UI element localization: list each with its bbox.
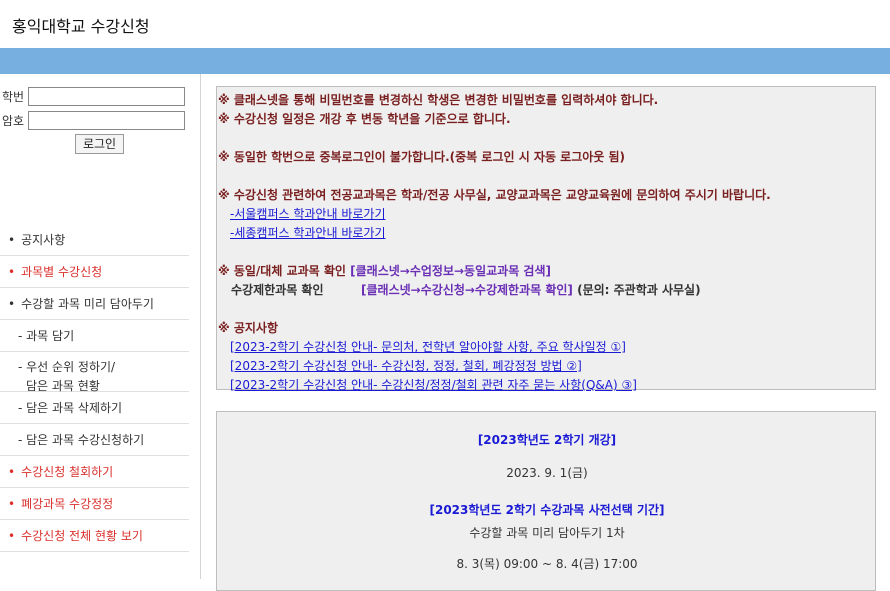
sidebar: 학번 암호 로그인 • 공지사항 • 과목별 수강신청 • 수강할 과목 미리 … [0, 74, 201, 579]
password-label: 암호 [2, 114, 25, 128]
login-button[interactable]: 로그인 [75, 134, 124, 154]
menu-item-full-status[interactable]: • 수강신청 전체 현황 보기 [0, 520, 189, 552]
schedule-period-time: 8. 3(목) 09:00 ~ 8. 4(금) 17:00 [456, 557, 638, 571]
student-id-label: 학번 [2, 90, 25, 104]
notice-restricted-course: 수강제한과목 확인 [클래스넷→수강신청→수강제한과목 확인] (문의: 주관학과… [231, 281, 701, 298]
menu-item-withdraw[interactable]: • 수강신청 철회하기 [0, 456, 189, 488]
menu-item-label: 수강신청 전체 현황 보기 [21, 529, 143, 543]
menu-item-label: 수강할 과목 미리 담아두기 [21, 297, 154, 311]
restricted-course-path: [클래스넷→수강신청→수강제한과목 확인] [361, 283, 573, 297]
link-sejong-campus[interactable]: -세종캠퍼스 학과안내 바로가기 [230, 224, 385, 241]
menu-item-delete-course[interactable]: - 담은 과목 삭제하기 [0, 392, 189, 424]
schedule-period-sub: 수강할 과목 미리 담아두기 1차 [469, 526, 625, 540]
menu-item-cancelled-course[interactable]: • 폐강과목 수강정정 [0, 488, 189, 520]
menu-item-prebasket[interactable]: • 수강할 과목 미리 담아두기 [0, 288, 189, 320]
notice-schedule: ※ 수강신청 일정은 개강 후 변동 학년을 기준으로 합니다. [218, 112, 511, 126]
menu-item-course-registration[interactable]: • 과목별 수강신청 [0, 256, 189, 288]
header-bar [0, 48, 890, 74]
equivalent-course-label: ※ 동일/대체 교과목 확인 [218, 264, 351, 278]
menu-bullet: • [8, 496, 16, 511]
menu-item-label: 과목별 수강신청 [21, 265, 103, 279]
menu-item-register-basket[interactable]: - 담은 과목 수강신청하기 [0, 424, 189, 456]
menu-bullet: • [8, 464, 16, 479]
student-id-row: 학번 [2, 87, 185, 106]
link-seoul-campus[interactable]: -서울캠퍼스 학과안내 바로가기 [230, 205, 385, 222]
announcement-link-3[interactable]: [2023-2학기 수강신청 안내- 수강신청/정정/철회 관련 자주 묻는 사… [230, 376, 637, 393]
schedule-panel: [2023학년도 2학기 개강] 2023. 9. 1(금) [2023학년도 … [216, 411, 876, 591]
announcement-link-1[interactable]: [2023-2학기 수강신청 안내- 문의처, 전학년 알아야할 사항, 주요 … [230, 338, 626, 355]
menu-bullet: • [8, 264, 16, 279]
password-row: 암호 [2, 111, 185, 130]
notice-duplicate-login: ※ 동일한 학번으로 중복로그인이 불가합니다.(중복 로그인 시 자동 로그아… [218, 150, 626, 164]
menu-bullet: • [8, 528, 16, 543]
menu-bullet: • [8, 296, 16, 311]
menu-item-label: - 담은 과목 삭제하기 [18, 401, 123, 415]
schedule-period-title: [2023학년도 2학기 수강과목 사전선택 기간] [429, 503, 665, 517]
menu-item-label: 수강신청 철회하기 [21, 465, 114, 479]
student-id-input[interactable] [28, 87, 185, 106]
menu-item-set-priority[interactable]: - 우선 순위 정하기/ 담은 과목 현황 [0, 352, 189, 393]
site-title: 홍익대학교 수강신청 [12, 17, 150, 36]
sidebar-menu: • 공지사항 • 과목별 수강신청 • 수강할 과목 미리 담아두기 - 과목 … [0, 224, 189, 552]
menu-item-label: - 우선 순위 정하기/ [18, 360, 116, 374]
schedule-title: [2023학년도 2학기 개강] [477, 433, 617, 447]
notice-inquiry: ※ 수강신청 관련하여 전공교과목은 학과/전공 사무실, 교양교과목은 교양교… [218, 188, 771, 202]
notice-password: ※ 클래스넷을 통해 비밀번호를 변경하신 학생은 변경한 비밀번호를 입력하셔… [218, 93, 659, 107]
menu-item-add-course[interactable]: - 과목 담기 [0, 320, 189, 352]
menu-item-label: - 담은 과목 수강신청하기 [18, 433, 145, 447]
menu-bullet: • [8, 232, 16, 247]
schedule-date: 2023. 9. 1(금) [506, 466, 588, 480]
password-input[interactable] [28, 111, 185, 130]
notice-equivalent-course: ※ 동일/대체 교과목 확인 [클래스넷→수업정보→동일교과목 검색] [218, 262, 551, 279]
menu-item-label: 공지사항 [21, 233, 66, 247]
menu-item-label: 폐강과목 수강정정 [21, 497, 114, 511]
menu-item-label: - 과목 담기 [18, 329, 75, 343]
announcement-link-2[interactable]: [2023-2학기 수강신청 안내- 수강신청, 정정, 철회, 폐강정정 방법… [230, 357, 582, 374]
restricted-course-label: 수강제한과목 확인 [231, 283, 324, 297]
notice-panel: ※ 클래스넷을 통해 비밀번호를 변경하신 학생은 변경한 비밀번호를 입력하셔… [216, 86, 876, 393]
equivalent-course-path: [클래스넷→수업정보→동일교과목 검색] [350, 264, 551, 278]
restricted-course-contact: (문의: 주관학과 사무실) [572, 283, 701, 297]
notice-announcements-header: ※ 공지사항 [218, 321, 279, 335]
menu-item-notices[interactable]: • 공지사항 [0, 224, 189, 256]
header: 홍익대학교 수강신청 [0, 0, 890, 48]
menu-item-label-line2: 담은 과목 현황 [26, 379, 100, 393]
